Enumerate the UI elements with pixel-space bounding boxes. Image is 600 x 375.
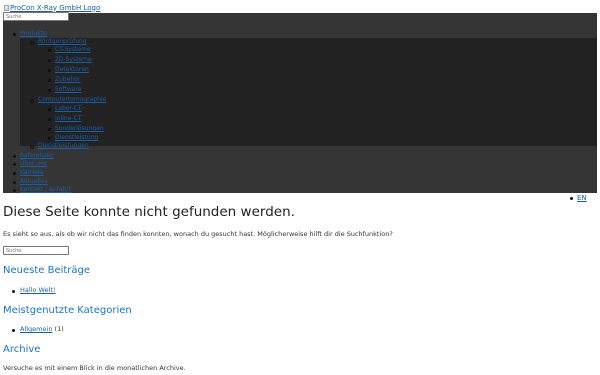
list-bullet <box>48 128 51 131</box>
list-bullet <box>30 99 34 103</box>
broken-image-icon <box>4 4 9 11</box>
nav-sublink[interactable]: 2D-Systeme <box>55 56 92 63</box>
nav-item-dienstleistungen[interactable]: Dienstleistungen <box>38 142 89 150</box>
list-bullet <box>48 137 51 140</box>
nav-group-link[interactable]: Computertomographie <box>38 96 106 103</box>
language-switch-en[interactable]: EN <box>577 194 587 202</box>
list-bullet <box>570 197 573 200</box>
list-bullet <box>48 79 51 82</box>
recent-post-link[interactable]: Hallo Welt! <box>20 286 56 294</box>
nav-sublink[interactable]: Labor-CT <box>55 105 82 112</box>
nav-subitem[interactable]: Dienstleistung <box>55 134 98 142</box>
list-bullet <box>13 181 16 184</box>
list-bullet <box>13 33 16 36</box>
nav-subitem[interactable]: Software <box>55 86 81 94</box>
nav-subitem[interactable]: 2D-Systeme <box>55 56 92 64</box>
nav-group-roentgenpruefung[interactable]: Röntgenprüfung <box>38 38 87 46</box>
nav-link[interactable]: Aktuelles <box>20 178 48 185</box>
nav-link[interactable]: Karriere <box>20 169 44 176</box>
nav-item-main[interactable]: Über uns <box>20 160 47 168</box>
header-search-input[interactable] <box>3 12 69 21</box>
submenu-panel <box>20 38 597 146</box>
nav-subitem[interactable]: Zubehör <box>55 76 80 84</box>
nav-item-main[interactable]: Karriere <box>20 169 44 177</box>
nav-item-produkte[interactable]: Produkte <box>20 30 47 38</box>
nav-link[interactable]: Referenzen <box>20 152 54 159</box>
nav-subitem[interactable]: Inline-CT <box>55 115 81 123</box>
nav-link[interactable]: Dienstleistungen <box>38 142 89 149</box>
nav-item-main[interactable]: Aktuelles <box>20 178 48 186</box>
categories-title: Meistgenutzte Kategorien <box>3 305 132 316</box>
nav-link[interactable]: Kontakt / Anfahrt <box>20 186 71 193</box>
nav-sublink[interactable]: Zubehör <box>55 76 80 83</box>
nav-subitem[interactable]: Labor-CT <box>55 105 82 113</box>
recent-posts-title: Neueste Beiträge <box>3 265 91 276</box>
list-bullet <box>12 329 15 332</box>
nav-sublink[interactable]: Software <box>55 86 81 93</box>
nav-sublink[interactable]: Detektoren <box>55 66 89 73</box>
archive-title: Archive <box>3 344 41 355</box>
list-bullet <box>30 145 34 149</box>
nav-item-main[interactable]: Referenzen <box>20 152 54 160</box>
nav-subitem[interactable]: Detektoren <box>55 66 89 74</box>
nav-group-computertomographie[interactable]: Computertomographie <box>38 96 106 104</box>
list-bullet <box>12 290 15 293</box>
page-title: Diese Seite konnte nicht gefunden werden… <box>3 204 295 220</box>
site-logo-link[interactable]: ProCon X-Ray GmbH Logo <box>4 3 100 12</box>
list-bullet <box>48 89 51 92</box>
nav-item-main[interactable]: Kontakt / Anfahrt <box>20 186 71 194</box>
list-bullet <box>13 172 16 175</box>
nav-link[interactable]: Über uns <box>20 160 47 167</box>
list-bullet <box>48 59 51 62</box>
error-404-page: ProCon X-Ray GmbH Logo Produkte Röntgenp… <box>0 0 600 375</box>
list-bullet <box>48 49 51 52</box>
category-item: Allgemein (1) <box>20 325 64 334</box>
not-found-message: Es sieht so aus, als ob wir nicht das fi… <box>3 230 393 238</box>
nav-sublink[interactable]: Inline-CT <box>55 115 81 122</box>
list-bullet <box>48 118 51 121</box>
nav-subitem[interactable]: Sonderlösungen <box>55 125 104 133</box>
list-bullet <box>13 189 16 192</box>
content-search-input[interactable] <box>3 246 69 255</box>
nav-subitem[interactable]: CT-Systeme <box>55 46 91 54</box>
nav-sublink[interactable]: Dienstleistung <box>55 134 98 141</box>
list-bullet <box>48 108 51 111</box>
recent-post-item[interactable]: Hallo Welt! <box>20 286 56 295</box>
nav-sublink[interactable]: Sonderlösungen <box>55 125 104 132</box>
logo-alt-text: ProCon X-Ray GmbH Logo <box>10 3 101 12</box>
list-bullet <box>48 69 51 72</box>
archive-text: Versuche es mit einem Blick in die monat… <box>3 364 186 372</box>
nav-link-produkte[interactable]: Produkte <box>20 30 47 37</box>
nav-sublink[interactable]: CT-Systeme <box>55 46 91 53</box>
nav-group-link[interactable]: Röntgenprüfung <box>38 38 87 45</box>
list-bullet <box>13 155 16 158</box>
list-bullet <box>13 163 16 166</box>
list-bullet <box>30 41 34 45</box>
category-link[interactable]: Allgemein <box>20 325 52 333</box>
category-count: (1) <box>54 325 64 333</box>
